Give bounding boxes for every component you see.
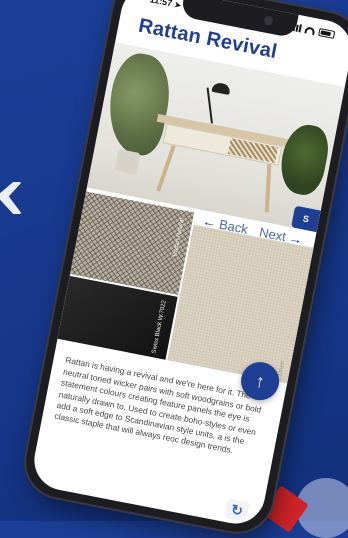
plant-illustration [275,120,333,199]
status-time-group: 11:57 ➤ [149,0,182,10]
background-arrow-decoration [0,182,22,214]
lamp-arm [206,87,213,124]
phone-frame: 11:57 ➤ Rattan Revival S ← Back Next → R… [19,0,348,538]
desk-leg [156,144,176,192]
status-time: 11:57 [149,0,174,9]
arrow-right-icon: → [287,229,305,248]
battery-icon [318,28,336,39]
black-swatch-label: Swiss Black W.7022 [151,299,169,355]
chat-button[interactable]: S [291,205,321,233]
lamp-icon [211,81,232,95]
plant-pot [114,148,141,175]
linen-swatch: Linen [167,224,316,384]
battery-level [320,30,332,37]
location-icon: ➤ [173,0,182,11]
linen-swatch-label: Linen [277,361,287,377]
camera-icon [263,15,274,26]
recaptcha-icon[interactable]: ↻ [224,498,250,523]
rattan-swatch-label: Rattan Natural [172,217,187,258]
arrow-left-icon: ← [201,212,219,231]
arrow-up-icon: ↑ [253,369,267,392]
phone-screen: 11:57 ➤ Rattan Revival S ← Back Next → R… [29,0,348,529]
wifi-icon [304,25,316,35]
desk-leg [264,164,272,213]
